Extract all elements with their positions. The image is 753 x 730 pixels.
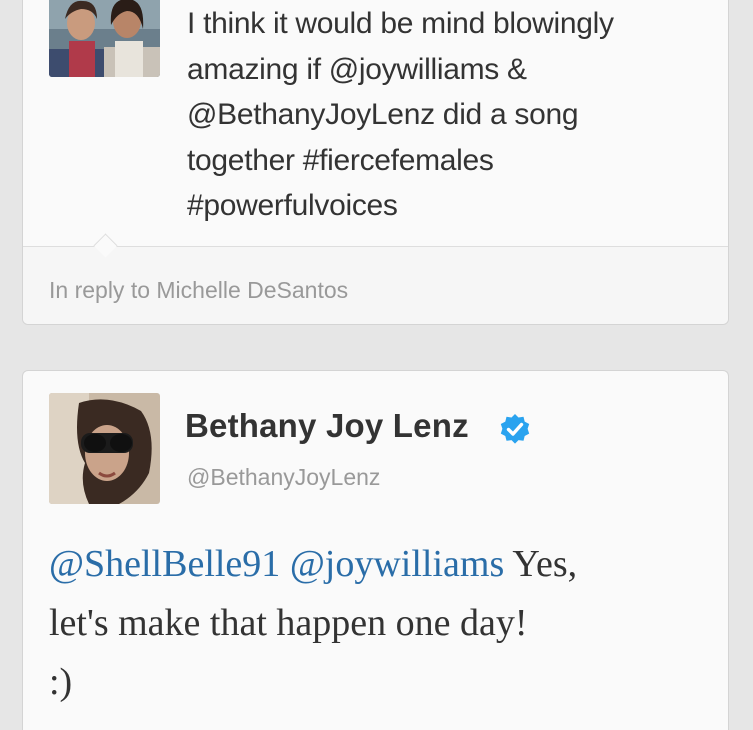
parent-tweet-avatar[interactable]	[49, 0, 160, 77]
tweet-text-line: together #fiercefemales	[187, 143, 494, 177]
verified-badge-icon	[500, 414, 530, 444]
reply-tweet-text: @ShellBelle91 @joywilliams Yes, let's ma…	[49, 535, 709, 712]
parent-tweet-text: I think it would be mind blowingly amazi…	[187, 1, 707, 229]
tweet-text-line: amazing if @joywilliams &	[187, 52, 527, 86]
author-handle[interactable]: @BethanyJoyLenz	[187, 464, 380, 491]
tweet-text-line: let's make that happen one day!	[49, 602, 528, 644]
divider	[23, 246, 728, 247]
parent-tweet-card[interactable]: I think it would be mind blowingly amazi…	[22, 0, 729, 325]
tweet-text-line: @BethanyJoyLenz did a song	[187, 98, 579, 131]
avatar-photo	[49, 0, 160, 77]
tweet-text-fragment: Yes,	[512, 543, 578, 585]
avatar-photo	[49, 393, 160, 504]
tweet-text-line: :)	[49, 661, 73, 703]
reply-tweet-card[interactable]: Bethany Joy Lenz @BethanyJoyLenz @ShellB…	[22, 370, 729, 730]
screen: { "top_tweet": { "text_line1": "I think …	[0, 0, 753, 730]
in-reply-to-link[interactable]: In reply to Michelle DeSantos	[49, 277, 348, 304]
tweet-text-line: @ShellBelle91 @joywilliams Yes,	[49, 535, 709, 594]
mention-link[interactable]: @joywilliams	[290, 543, 504, 585]
mention-link[interactable]: @ShellBelle91	[49, 543, 280, 585]
tweet-text-line: #powerfulvoices	[187, 189, 398, 222]
author-display-name[interactable]: Bethany Joy Lenz	[185, 407, 469, 445]
reply-author-avatar[interactable]	[49, 393, 160, 504]
tweet-text-line: I think it would be mind blowingly	[187, 7, 614, 40]
